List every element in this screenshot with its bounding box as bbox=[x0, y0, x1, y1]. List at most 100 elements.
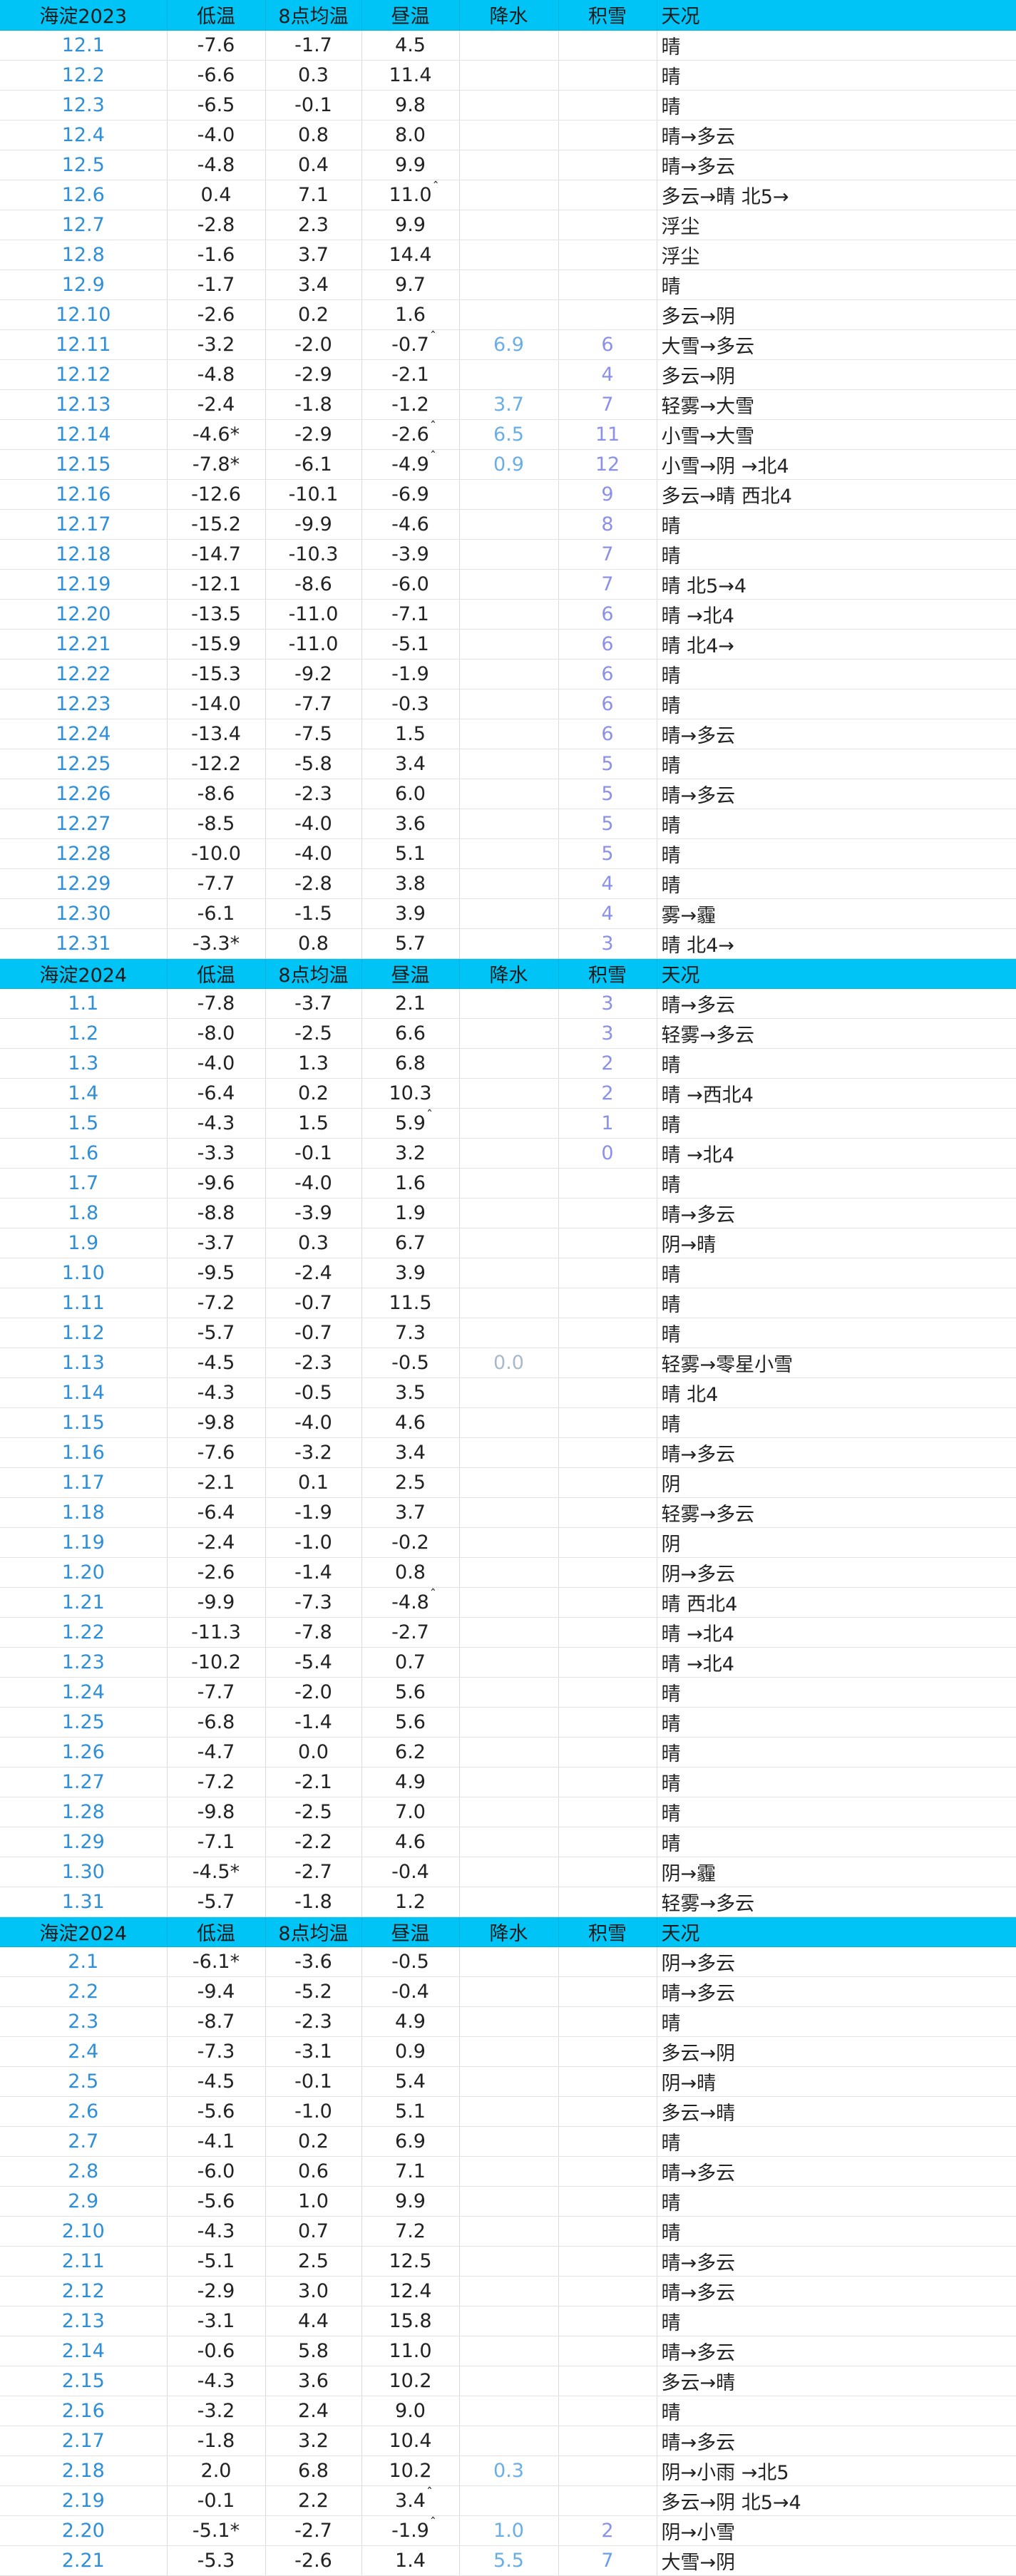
precip-cell bbox=[459, 1377, 559, 1408]
date-cell: 12.20 bbox=[0, 599, 168, 630]
snow-depth-cell: 5 bbox=[558, 809, 657, 839]
low-temp-cell: -4.3 bbox=[167, 2366, 266, 2396]
day-temp-value: 1.2 bbox=[395, 1891, 426, 1913]
low-temp-cell: -1.8 bbox=[167, 2426, 266, 2456]
table-row: 12.31 -3.3* 0.8 5.7 3 晴 北4→ bbox=[0, 928, 1016, 959]
low-temp-cell: -6.1 bbox=[167, 898, 266, 929]
date-cell: 2.11 bbox=[0, 2246, 168, 2277]
table-row: 1.5 -4.3 1.5 5.9 ˆ 1 晴 bbox=[0, 1108, 1016, 1139]
avg-temp-cell: 0.3 bbox=[265, 1228, 362, 1258]
column-header-snow-depth: 积雪 bbox=[558, 958, 657, 989]
column-header-day-temp: 昼温 bbox=[361, 0, 460, 31]
snow-depth-cell: 5 bbox=[558, 749, 657, 779]
avg-temp-cell: -4.0 bbox=[265, 838, 362, 869]
snow-depth-cell bbox=[558, 1228, 657, 1258]
sky-condition-cell: 晴 bbox=[657, 1258, 1016, 1288]
date-cell: 12.3 bbox=[0, 90, 168, 120]
day-temp-cell: 5.9 ˆ bbox=[361, 1108, 460, 1139]
day-temp-number: 6.9 bbox=[395, 2130, 426, 2152]
avg-temp-cell: 3.0 bbox=[265, 2276, 362, 2306]
snow-depth-cell bbox=[558, 1707, 657, 1738]
avg-temp-cell: -0.5 bbox=[265, 1377, 362, 1408]
low-temp-cell: -14.7 bbox=[167, 539, 266, 570]
snow-depth-cell bbox=[558, 240, 657, 270]
snow-depth-cell bbox=[558, 2485, 657, 2516]
snow-depth-cell: 1 bbox=[558, 1108, 657, 1139]
snow-depth-cell: 8 bbox=[558, 509, 657, 540]
day-temp-value: -2.7 bbox=[391, 1621, 429, 1643]
precip-cell bbox=[459, 2246, 559, 2277]
date-cell: 12.7 bbox=[0, 210, 168, 240]
date-cell: 12.29 bbox=[0, 868, 168, 899]
day-temp-number: 9.8 bbox=[395, 93, 426, 116]
precip-cell bbox=[459, 1677, 559, 1708]
day-temp-number: 6.6 bbox=[395, 1022, 426, 1045]
sky-condition-cell: 晴→多云 bbox=[657, 150, 1016, 180]
day-temp-value: 1.6 bbox=[395, 1172, 426, 1194]
precip-cell bbox=[459, 1048, 559, 1079]
low-temp-cell: -7.3 bbox=[167, 2036, 266, 2067]
avg-temp-cell: -0.7 bbox=[265, 1288, 362, 1318]
day-temp-cell: 0.8 bbox=[361, 1557, 460, 1588]
sky-condition-cell: 轻雾→多云 bbox=[657, 1018, 1016, 1049]
day-temp-number: 3.9 bbox=[395, 1261, 426, 1284]
low-temp-cell: -7.6 bbox=[167, 30, 266, 61]
precip-cell bbox=[459, 569, 559, 600]
snow-depth-cell bbox=[558, 270, 657, 300]
precip-cell bbox=[459, 90, 559, 120]
table-row: 2.5 -4.5 -0.1 5.4 阴→晴 bbox=[0, 2066, 1016, 2097]
day-temp-cell: 0.7 bbox=[361, 1647, 460, 1678]
day-temp-number: -2.7 bbox=[391, 1621, 429, 1643]
precip-cell: 6.9 bbox=[459, 329, 559, 360]
date-cell: 2.4 bbox=[0, 2036, 168, 2067]
day-temp-number: 3.9 bbox=[395, 902, 426, 925]
low-temp-cell: -8.7 bbox=[167, 2006, 266, 2037]
precip-cell bbox=[459, 509, 559, 540]
snow-depth-cell bbox=[558, 1258, 657, 1288]
sky-condition-cell: 多云→阴 bbox=[657, 359, 1016, 390]
day-temp-value: 3.5 bbox=[395, 1382, 426, 1404]
day-temp-number: 0.8 bbox=[395, 1561, 426, 1584]
date-cell: 12.8 bbox=[0, 240, 168, 270]
precip-cell bbox=[459, 1797, 559, 1827]
table-row: 1.11 -7.2 -0.7 11.5 晴 bbox=[0, 1288, 1016, 1318]
table-row: 12.17 -15.2 -9.9 -4.6 8 晴 bbox=[0, 509, 1016, 540]
section-title: 海淀2024 bbox=[0, 1916, 168, 1947]
day-temp-number: 10.2 bbox=[389, 2369, 432, 2392]
day-temp-cell: 11.0 bbox=[361, 2336, 460, 2366]
sky-condition-cell: 阴→霾 bbox=[657, 1857, 1016, 1887]
snow-depth-cell: 4 bbox=[558, 868, 657, 899]
day-temp-value: 5.7 bbox=[395, 933, 426, 955]
avg-temp-cell: 1.3 bbox=[265, 1048, 362, 1079]
avg-temp-cell: 0.6 bbox=[265, 2156, 362, 2187]
day-temp-cell: 5.7 bbox=[361, 928, 460, 959]
day-temp-number: -2.6 bbox=[391, 423, 429, 446]
sky-condition-cell: 大雪→多云 bbox=[657, 329, 1016, 360]
snow-depth-cell bbox=[558, 30, 657, 61]
day-temp-cell: 5.1 bbox=[361, 2096, 460, 2127]
day-temp-number: 15.8 bbox=[389, 2309, 432, 2332]
table-row: 12.6 0.4 7.1 11.0 ˆ 多云→晴 北5→ bbox=[0, 180, 1016, 210]
date-cell: 1.25 bbox=[0, 1707, 168, 1738]
date-cell: 12.23 bbox=[0, 689, 168, 719]
precip-cell bbox=[459, 749, 559, 779]
table-row: 1.3 -4.0 1.3 6.8 2 晴 bbox=[0, 1048, 1016, 1079]
day-temp-value: 9.8 bbox=[395, 94, 426, 116]
snow-depth-cell bbox=[558, 60, 657, 91]
precip-cell bbox=[459, 2276, 559, 2306]
column-header-low-temp: 低温 bbox=[167, 958, 266, 989]
day-temp-cell: 1.9 bbox=[361, 1198, 460, 1228]
sky-condition-cell: 多云→晴 bbox=[657, 2366, 1016, 2396]
day-temp-value: 2.1 bbox=[395, 992, 426, 1015]
day-temp-value: 6.6 bbox=[395, 1022, 426, 1045]
sky-condition-cell: 阴→晴 bbox=[657, 1228, 1016, 1258]
date-cell: 12.16 bbox=[0, 479, 168, 510]
day-temp-cell: 12.5 bbox=[361, 2246, 460, 2277]
snow-depth-cell bbox=[558, 1168, 657, 1199]
snow-depth-cell: 6 bbox=[558, 719, 657, 749]
day-temp-value: 4.9 bbox=[395, 1771, 426, 1793]
table-row: 1.20 -2.6 -1.4 0.8 阴→多云 bbox=[0, 1557, 1016, 1588]
day-temp-number: -6.0 bbox=[391, 573, 429, 595]
section-header-row: 海淀2023 低温 8点均温 昼温 降水 积雪 天况 bbox=[0, 0, 1016, 31]
day-temp-cell: -0.5 bbox=[361, 1348, 460, 1378]
